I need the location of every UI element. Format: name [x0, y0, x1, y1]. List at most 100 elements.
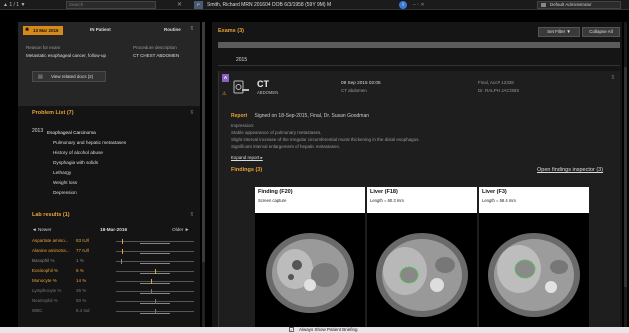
divider	[218, 65, 620, 66]
finding-subtitle: Screen capture	[258, 198, 287, 203]
pin-icon[interactable]: ⊼	[190, 110, 194, 116]
lab-range-bar	[116, 299, 194, 304]
lab-value: 6 %	[76, 268, 84, 273]
lab-reference-range	[140, 263, 170, 264]
scrollbar-thumb[interactable]	[202, 22, 205, 262]
left-scrollbar[interactable]	[202, 22, 205, 327]
lab-reference-range	[140, 293, 170, 294]
lab-value-marker	[155, 299, 156, 304]
procedure-label: Procedure description	[133, 45, 177, 50]
lab-value-marker	[122, 249, 123, 254]
procedure-value: CT CHEST ABDOMEN	[133, 53, 180, 58]
lab-result-row[interactable]: Basophil % 1 %	[32, 256, 198, 266]
encounter-card: 13 Mar 2016 IN Patient Routine ⊼ Reason …	[18, 22, 200, 106]
always-show-briefing-label[interactable]: Always Show Patient Briefing	[299, 327, 358, 333]
lab-date-nav: ◄ Newer 18-Mar-2016 Older ►	[32, 227, 198, 234]
view-related-docs-label: View related docs (2)	[51, 74, 94, 79]
exam-description: CT abdomen	[341, 88, 367, 93]
lab-range-bar	[116, 239, 194, 244]
ct-image[interactable]	[367, 213, 477, 327]
set-filter-button[interactable]: Set Filter ▼	[538, 27, 580, 37]
pin-icon[interactable]: ⊼	[190, 26, 194, 32]
lab-result-row[interactable]: Alanine aminotra... 77 IU/l	[32, 246, 198, 256]
finding-title: Liver (F18)	[370, 189, 398, 195]
lab-value: 83 IU/l	[76, 238, 90, 243]
document-icon: ▤	[38, 74, 43, 80]
close-icon[interactable]: ✕	[177, 1, 182, 9]
problem-item[interactable]: Weight loss	[47, 178, 126, 188]
lab-result-row[interactable]: WBC 8.4 tsd	[32, 306, 198, 316]
lab-reference-range	[140, 243, 170, 244]
newer-button[interactable]: ◄ Newer	[32, 227, 52, 232]
info-icon[interactable]: i	[399, 1, 407, 9]
lab-range-bar	[116, 269, 194, 274]
lab-results-title[interactable]: Lab results (1)	[32, 212, 70, 218]
problem-item[interactable]: Pulmonary and hepatic metastases	[47, 138, 126, 148]
encounter-type: IN Patient	[90, 27, 111, 32]
patient-header: Smith, Richard MRN 201604 DOB 6/3/1958 (…	[207, 2, 332, 8]
ct-scanner-icon	[233, 80, 249, 94]
open-findings-inspector-link[interactable]: Open findings inspector (3)	[537, 167, 603, 173]
findings-title: Findings (3)	[231, 167, 263, 173]
impression-label: Impression:	[231, 123, 255, 128]
finding-title: Finding (F20)	[258, 189, 293, 195]
finding-thumbnail[interactable]: Liver (F18) Length = 60.3 mm	[367, 187, 477, 327]
problem-item[interactable]: Depression	[47, 188, 126, 198]
scrollbar-thumb[interactable]	[624, 67, 627, 287]
main-scrollbar[interactable]	[624, 22, 627, 327]
lab-name: Eosinophil %	[32, 268, 59, 273]
lab-range-bar	[116, 279, 194, 284]
lab-result-row[interactable]: Eosinophil % 6 %	[32, 266, 198, 276]
problem-list: Esophageal Carcinoma Pulmonary and hepat…	[47, 128, 126, 198]
always-show-briefing-checkbox[interactable]: ✓	[289, 327, 294, 332]
lab-value-marker	[151, 289, 152, 294]
lab-value-marker	[121, 259, 122, 264]
problem-item[interactable]: Lethargy	[47, 168, 126, 178]
lab-name: WBC	[32, 308, 43, 313]
lab-value: 8.4 tsd	[76, 308, 90, 313]
view-related-docs-button[interactable]: ▤ View related docs (2)	[32, 71, 106, 82]
search-input[interactable]: Search	[66, 1, 156, 9]
lab-value-marker	[122, 239, 123, 244]
user-menu[interactable]: Default Administrator	[537, 1, 621, 9]
lab-value-marker	[155, 269, 156, 274]
finding-subtitle: Length = 58.4 mm	[482, 198, 516, 203]
report-signed: Signed on 18-Sep-2015, Final, Dr. Susan …	[254, 113, 370, 119]
lab-reference-range	[140, 283, 170, 284]
lab-result-row[interactable]: Lymphocyte % 26 %	[32, 286, 198, 296]
patient-nav[interactable]: ▲ 1 / 1 ▼	[3, 1, 25, 9]
problem-item[interactable]: Dysphagia with solids	[47, 158, 126, 168]
problem-item[interactable]: History of alcohol abuse	[47, 148, 126, 158]
collapse-all-button[interactable]: Collapse All	[582, 27, 620, 37]
finding-subtitle: Length = 60.3 mm	[370, 198, 404, 203]
lab-name: Alanine aminotra...	[32, 248, 70, 253]
finding-thumbnail[interactable]: Finding (F20) Screen capture	[255, 187, 365, 327]
impression-line: Slight interval increase of the irregula…	[231, 137, 420, 142]
impression-line: Significant interval enlargement of hepa…	[231, 144, 341, 149]
window-controls[interactable]: – ▫ ✕	[413, 1, 425, 9]
pin-icon[interactable]: ⊼	[611, 75, 615, 81]
timeline-bar[interactable]	[218, 42, 620, 48]
exam-date: 09 Sep 2015 02:05	[341, 80, 381, 85]
lab-value: 60 %	[76, 298, 87, 303]
exam-card: A ⚠ CT ABDOMEN 09 Sep 2015 02:05 CT abdo…	[218, 71, 620, 327]
finding-thumbnail[interactable]: Liver (F3) Length = 58.4 mm	[479, 187, 589, 327]
lab-result-row[interactable]: Monocyte % 14 %	[32, 276, 198, 286]
older-button[interactable]: Older ►	[172, 227, 189, 232]
encounter-priority: Routine	[164, 27, 181, 32]
ct-image[interactable]	[479, 213, 589, 327]
exams-title: Exams (3)	[218, 28, 244, 34]
pin-icon[interactable]: ⊼	[190, 212, 194, 218]
lab-value: 1 %	[76, 258, 84, 263]
problem-item[interactable]: Esophageal Carcinoma	[47, 128, 126, 138]
expand-report-link[interactable]: Expand report ▸	[231, 155, 263, 161]
alert-icon: ⚠	[222, 91, 227, 97]
problem-list-title[interactable]: Problem List (7)	[32, 110, 74, 116]
reason-value: Metastatic esophageal cancer, follow-up	[26, 53, 107, 58]
ct-image[interactable]	[255, 213, 365, 327]
lab-value-marker	[155, 309, 156, 314]
lab-result-row[interactable]: Aspartate amino... 83 IU/l	[32, 236, 198, 246]
lab-result-row[interactable]: Neutrophil % 60 %	[32, 296, 198, 306]
lab-value: 14 %	[76, 278, 87, 283]
exam-body-part: ABDOMEN	[257, 90, 279, 95]
